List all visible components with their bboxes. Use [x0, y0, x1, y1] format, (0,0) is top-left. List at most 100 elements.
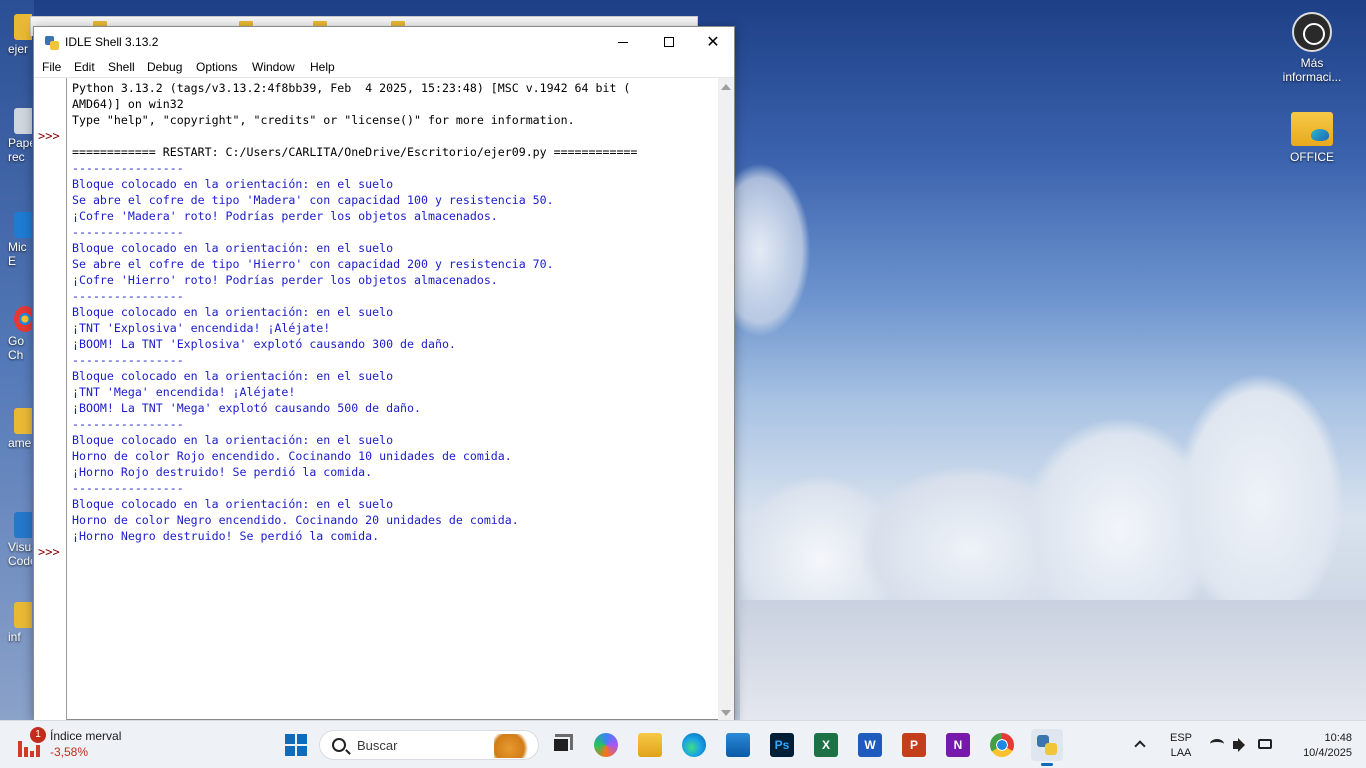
photoshop-icon: Ps [770, 733, 794, 757]
desktop-icon-office-folder[interactable]: OFFICE [1269, 112, 1355, 164]
copilot-icon [594, 733, 618, 757]
shell-output-line: Bloque colocado en la orientación: en el… [72, 497, 394, 511]
clock-time: 10:48 [1324, 732, 1352, 744]
folder-icon [14, 408, 32, 434]
onenote-icon: N [946, 733, 970, 757]
battery-icon[interactable] [1258, 739, 1272, 749]
excel-icon: X [814, 733, 838, 757]
menu-window[interactable]: Window [250, 60, 297, 74]
scroll-down-arrow-icon[interactable] [721, 710, 731, 716]
language-indicator[interactable]: ESP LAA [1166, 731, 1196, 761]
scroll-up-arrow-icon[interactable] [721, 84, 731, 90]
file-explorer-button[interactable] [634, 729, 666, 761]
shell-output-line: ¡BOOM! La TNT 'Explosiva' explotó causan… [72, 337, 456, 351]
maximize-button[interactable] [646, 27, 692, 57]
photoshop-button[interactable]: Ps [766, 729, 798, 761]
store-icon [726, 733, 750, 757]
wifi-icon[interactable] [1210, 739, 1224, 749]
edge-icon [682, 733, 706, 757]
show-hidden-icons-button[interactable] [1134, 735, 1148, 755]
shell-output-line: Python 3.13.2 (tags/v3.13.2:4f8bb39, Feb… [72, 81, 631, 95]
python-idle-icon [1036, 734, 1058, 756]
desktop-icon-label: Visua Code [8, 540, 32, 568]
vertical-scrollbar[interactable] [718, 78, 734, 720]
store-button[interactable] [722, 729, 754, 761]
shell-text-area[interactable]: >>> >>> Python 3.13.2 (tags/v3.13.2:4f8b… [34, 77, 734, 720]
chrome-button[interactable] [986, 729, 1018, 761]
desktop-icon-label: Go Ch [8, 334, 25, 362]
desktop-icon-label: ejer [8, 42, 29, 56]
shell-output-line: ¡Cofre 'Madera' roto! Podrías perder los… [72, 209, 498, 223]
desktop-icon-left-5[interactable]: ame [4, 408, 32, 450]
menu-help[interactable]: Help [308, 60, 337, 74]
shell-output-line [72, 128, 717, 144]
menu-edit[interactable]: Edit [72, 60, 97, 74]
shell-output-line: Bloque colocado en la orientación: en el… [72, 241, 394, 255]
word-button[interactable]: W [854, 729, 886, 761]
task-view-button[interactable] [545, 729, 577, 761]
keyboard-layout: LAA [1170, 747, 1192, 759]
shell-output[interactable]: Python 3.13.2 (tags/v3.13.2:4f8bb39, Feb… [72, 80, 717, 544]
copilot-button[interactable] [590, 729, 622, 761]
desktop-icon-left-7[interactable]: inf [4, 602, 32, 644]
desktop-icon-left-2[interactable]: Pape rec [4, 108, 32, 164]
search-icon [332, 738, 346, 752]
shell-output-line: ============ RESTART: C:/Users/CARLITA/O… [72, 145, 638, 159]
taskbar: 1 Índice merval -3,58% Buscar Ps X W P N [0, 720, 1366, 768]
idle-shell-window[interactable]: IDLE Shell 3.13.2 ✕ File Edit Shell Debu… [33, 26, 735, 720]
shell-output-line: ¡TNT 'Explosiva' encendida! ¡Aléjate! [72, 321, 331, 335]
menu-file[interactable]: File [40, 60, 63, 74]
clock[interactable]: 10:48 10/4/2025 [1286, 731, 1352, 761]
task-view-icon [552, 737, 570, 753]
desktop-icon-label: Mic E [8, 240, 27, 268]
chrome-icon [990, 733, 1014, 757]
folder-icon [14, 602, 32, 628]
onenote-button[interactable]: N [942, 729, 974, 761]
menu-debug[interactable]: Debug [145, 60, 184, 74]
window-title: IDLE Shell 3.13.2 [65, 35, 159, 49]
clock-date: 10/4/2025 [1303, 747, 1352, 759]
desktop-icon-left-1[interactable]: ejer [4, 14, 32, 56]
shell-output-line: Se abre el cofre de tipo 'Hierro' con ca… [72, 257, 554, 271]
edge-button[interactable] [678, 729, 710, 761]
close-button[interactable]: ✕ [690, 27, 736, 57]
python-idle-button[interactable] [1031, 729, 1063, 766]
word-icon: W [858, 733, 882, 757]
shell-output-line: ¡Cofre 'Hierro' roto! Podrías perder los… [72, 273, 498, 287]
desktop-icon-label: inf [8, 630, 21, 644]
desktop-icon-left-4[interactable]: Go Ch [4, 306, 32, 362]
recycle-bin-icon [14, 108, 32, 134]
shell-output-line: ---------------- [72, 161, 184, 175]
notification-badge: 1 [30, 727, 46, 743]
shell-output-line: ---------------- [72, 225, 184, 239]
info-circle-icon [1292, 12, 1332, 52]
shell-output-line: Horno de color Negro encendido. Cocinand… [72, 513, 519, 527]
menu-bar: File Edit Shell Debug Options Window Hel… [34, 57, 734, 77]
stock-widget[interactable]: 1 Índice merval -3,58% [12, 727, 162, 763]
desktop-icon-left-3[interactable]: Mic E [4, 212, 32, 268]
desktop-icon-left-6[interactable]: Visua Code [4, 512, 32, 568]
shell-output-line: ¡TNT 'Mega' encendida! ¡Aléjate! [72, 385, 296, 399]
volume-icon[interactable] [1233, 737, 1249, 753]
menu-options[interactable]: Options [194, 60, 239, 74]
edge-shortcut-icon [14, 212, 32, 238]
desktop-icon-mas-informacion[interactable]: Más informaci... [1269, 12, 1355, 84]
taskbar-search[interactable]: Buscar [319, 730, 539, 760]
vscode-shortcut-icon [14, 512, 32, 538]
system-tray-icons[interactable] [1208, 735, 1278, 755]
search-highlight-icon [494, 734, 532, 758]
shell-output-line: Se abre el cofre de tipo 'Madera' con ca… [72, 193, 554, 207]
excel-button[interactable]: X [810, 729, 842, 761]
shell-output-line: ¡BOOM! La TNT 'Mega' explotó causando 50… [72, 401, 422, 415]
powerpoint-button[interactable]: P [898, 729, 930, 761]
shell-output-line: Type "help", "copyright", "credits" or "… [72, 113, 575, 127]
close-icon: ✕ [706, 32, 720, 51]
minimize-button[interactable] [600, 27, 646, 57]
minimize-icon [618, 41, 628, 43]
window-titlebar[interactable]: IDLE Shell 3.13.2 ✕ [34, 27, 734, 57]
start-button[interactable] [280, 729, 312, 761]
shell-output-line: Bloque colocado en la orientación: en el… [72, 369, 394, 383]
language-code: ESP [1169, 732, 1192, 744]
search-placeholder: Buscar [357, 738, 398, 753]
menu-shell[interactable]: Shell [106, 60, 137, 74]
